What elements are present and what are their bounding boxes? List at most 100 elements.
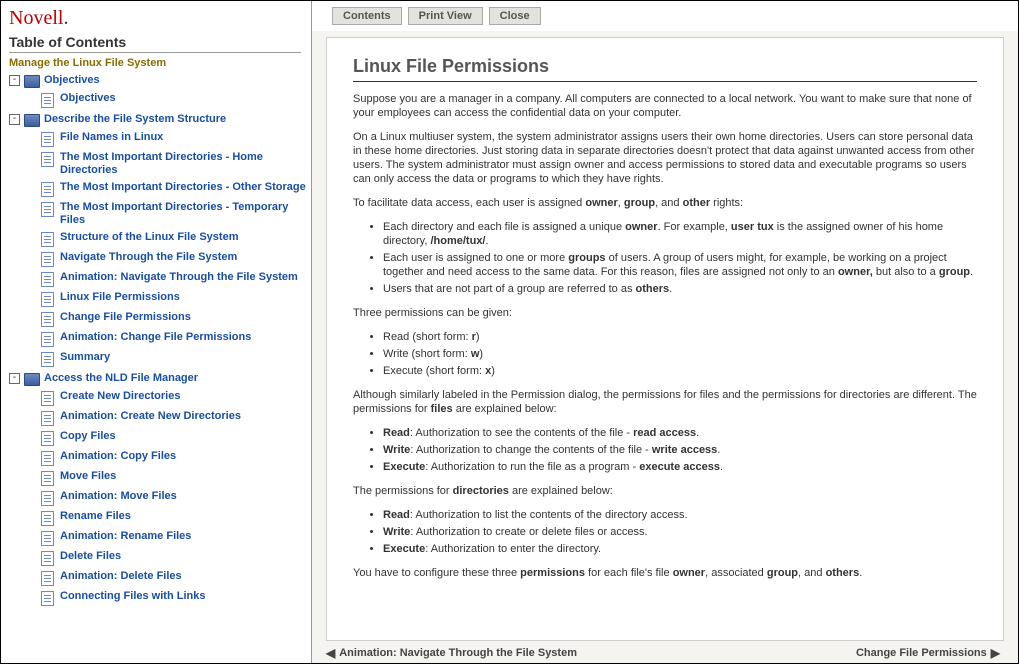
toc-item[interactable]: Objectives — [41, 90, 311, 110]
toc-item-label[interactable]: Change File Permissions — [60, 311, 195, 324]
toc-item-label[interactable]: Animation: Delete Files — [60, 570, 186, 583]
toc-item-label[interactable]: Connecting Files with Links — [60, 590, 209, 603]
list-item: Write (short form: w) — [383, 347, 977, 361]
close-button[interactable]: Close — [489, 7, 541, 25]
toc-item[interactable]: The Most Important Directories - Home Di… — [41, 149, 311, 179]
toc-item[interactable]: Summary — [41, 349, 311, 369]
toc-section-label[interactable]: Access the NLD File Manager — [44, 371, 198, 385]
toc-item-label[interactable]: The Most Important Directories - Other S… — [60, 181, 310, 194]
toc-item-label[interactable]: Summary — [60, 351, 114, 364]
list-item: Each user is assigned to one or more gro… — [383, 251, 977, 279]
page-icon — [41, 152, 54, 167]
page-title: Linux File Permissions — [353, 56, 977, 82]
content-pane: Contents Print View Close Linux File Per… — [312, 1, 1018, 663]
toc-section-label[interactable]: Describe the File System Structure — [44, 112, 226, 126]
page-icon — [41, 232, 54, 247]
toc-item[interactable]: Create New Directories — [41, 388, 311, 408]
toc-item-label[interactable]: Move Files — [60, 470, 120, 483]
toc-item-label[interactable]: Animation: Create New Directories — [60, 410, 245, 423]
paragraph: Although similarly labeled in the Permis… — [353, 388, 977, 416]
content-card[interactable]: Linux File Permissions Suppose you are a… — [326, 37, 1004, 641]
list-item: Execute: Authorization to enter the dire… — [383, 542, 977, 556]
prev-page-link[interactable]: ◀ Animation: Navigate Through the File S… — [326, 647, 577, 659]
toc-item[interactable]: Animation: Create New Directories — [41, 408, 311, 428]
toc-item[interactable]: Copy Files — [41, 428, 311, 448]
paragraph: Suppose you are a manager in a company. … — [353, 92, 977, 120]
app-frame: Novell. Table of Contents Manage the Lin… — [0, 0, 1019, 664]
toc-item-label[interactable]: Linux File Permissions — [60, 291, 184, 304]
toc-item[interactable]: Delete Files — [41, 548, 311, 568]
print-view-button[interactable]: Print View — [408, 7, 483, 25]
collapse-toggle-icon[interactable]: - — [9, 373, 20, 384]
collapse-toggle-icon[interactable]: - — [9, 75, 20, 86]
page-icon — [41, 491, 54, 506]
toc-item[interactable]: Animation: Copy Files — [41, 448, 311, 468]
toc-item[interactable]: Animation: Rename Files — [41, 528, 311, 548]
sidebar-scroll[interactable]: Novell. Table of Contents Manage the Lin… — [1, 1, 311, 663]
list-item: Read: Authorization to see the contents … — [383, 426, 977, 440]
toc-item-label[interactable]: Animation: Change File Permissions — [60, 331, 255, 344]
toc-item[interactable]: Rename Files — [41, 508, 311, 528]
list-item: Each directory and each file is assigned… — [383, 220, 977, 248]
toc-item-label[interactable]: Animation: Rename Files — [60, 530, 195, 543]
toc-subitems: File Names in Linux The Most Important Di… — [41, 129, 311, 369]
sidebar: Novell. Table of Contents Manage the Lin… — [1, 1, 312, 663]
paragraph: The permissions for directories are expl… — [353, 484, 977, 498]
toc-item-label[interactable]: Animation: Move Files — [60, 490, 181, 503]
page-icon — [41, 451, 54, 466]
toc-item[interactable]: The Most Important Directories - Other S… — [41, 179, 311, 199]
toc-item[interactable]: Connecting Files with Links — [41, 588, 311, 608]
page-icon — [41, 132, 54, 147]
paragraph: You have to configure these three permis… — [353, 566, 977, 580]
paragraph: To facilitate data access, each user is … — [353, 196, 977, 210]
page-icon — [41, 471, 54, 486]
page-icon — [41, 93, 54, 108]
toc-item-label[interactable]: Create New Directories — [60, 390, 184, 403]
collapse-toggle-icon[interactable]: - — [9, 114, 20, 125]
toc-item-label[interactable]: The Most Important Directories - Tempora… — [60, 201, 311, 227]
toc-item-label[interactable]: Structure of the Linux File System — [60, 231, 242, 244]
page-icon — [41, 352, 54, 367]
page-icon — [41, 411, 54, 426]
toc-item[interactable]: File Names in Linux — [41, 129, 311, 149]
toc-item-label[interactable]: File Names in Linux — [60, 131, 167, 144]
list-rights: Each directory and each file is assigned… — [383, 220, 977, 296]
toc-item-label[interactable]: Animation: Navigate Through the File Sys… — [60, 271, 302, 284]
toc-section[interactable]: - Describe the File System Structure — [9, 110, 311, 129]
toc-item-label[interactable]: The Most Important Directories - Home Di… — [60, 151, 311, 177]
toc-item-label[interactable]: Delete Files — [60, 550, 125, 563]
toc-item[interactable]: Change File Permissions — [41, 309, 311, 329]
toc-item[interactable]: Animation: Navigate Through the File Sys… — [41, 269, 311, 289]
toc-item[interactable]: Navigate Through the File System — [41, 249, 311, 269]
toc-item[interactable]: Animation: Delete Files — [41, 568, 311, 588]
next-page-link[interactable]: Change File Permissions ▶ — [856, 647, 1000, 659]
prev-page-label: Animation: Navigate Through the File Sys… — [339, 647, 577, 659]
toc-item[interactable]: Structure of the Linux File System — [41, 229, 311, 249]
toc-section[interactable]: - Objectives — [9, 71, 311, 90]
toc-subitems: Create New Directories Animation: Create … — [41, 388, 311, 608]
list-item: Execute: Authorization to run the file a… — [383, 460, 977, 474]
paragraph: Three permissions can be given: — [353, 306, 977, 320]
toc-item[interactable]: Animation: Move Files — [41, 488, 311, 508]
list-item: Read: Authorization to list the contents… — [383, 508, 977, 522]
contents-button[interactable]: Contents — [332, 7, 402, 25]
toc-item[interactable]: Animation: Change File Permissions — [41, 329, 311, 349]
folder-icon — [24, 75, 40, 88]
toc-item-label[interactable]: Rename Files — [60, 510, 135, 523]
toc-section[interactable]: - Access the NLD File Manager — [9, 369, 311, 388]
toc-item-label[interactable]: Animation: Copy Files — [60, 450, 180, 463]
toc-item-label[interactable]: Objectives — [60, 92, 120, 105]
toc-item-label[interactable]: Navigate Through the File System — [60, 251, 241, 264]
page-icon — [41, 531, 54, 546]
paragraph: On a Linux multiuser system, the system … — [353, 130, 977, 186]
toc-item[interactable]: Linux File Permissions — [41, 289, 311, 309]
list-item: Execute (short form: x) — [383, 364, 977, 378]
list-item: Write: Authorization to create or delete… — [383, 525, 977, 539]
toc-item-label[interactable]: Copy Files — [60, 430, 120, 443]
toc-section-label[interactable]: Objectives — [44, 73, 100, 87]
toc-item[interactable]: The Most Important Directories - Tempora… — [41, 199, 311, 229]
arrow-left-icon: ◀ — [326, 647, 335, 659]
list-dir-perms: Read: Authorization to list the contents… — [383, 508, 977, 556]
footer-nav: ◀ Animation: Navigate Through the File S… — [312, 641, 1018, 663]
toc-item[interactable]: Move Files — [41, 468, 311, 488]
